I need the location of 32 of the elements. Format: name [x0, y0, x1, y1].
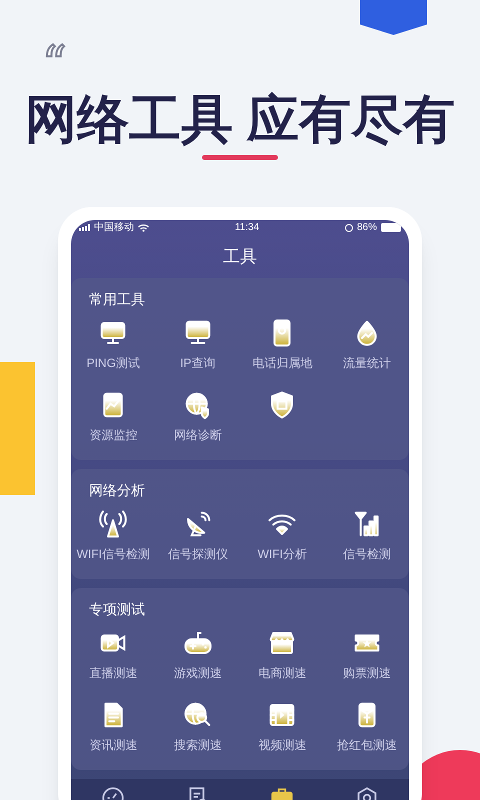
tool-label[interactable]: 搜索测速 — [174, 736, 222, 754]
tool-label[interactable]: 电商测速 — [258, 664, 306, 682]
tool-label[interactable]: 购票测速 — [342, 664, 391, 682]
tool-label[interactable]: 网络诊断 — [174, 426, 222, 444]
hexagon-decoration — [360, 0, 427, 35]
tool-label[interactable]: 资源监控 — [89, 426, 138, 444]
tool-label[interactable]: 电话归属地 — [252, 354, 312, 372]
tool-label[interactable]: WIFI信号检测 — [76, 544, 150, 563]
tool-label[interactable]: IP查询 — [180, 354, 216, 372]
section-title: 常用工具 — [88, 290, 146, 309]
carrier-name: 中国移动 — [94, 220, 134, 236]
section-title: 网络分析 — [88, 480, 146, 500]
status-time: 11:34 — [234, 221, 260, 236]
wifi-icon — [138, 224, 149, 232]
tool-label[interactable]: WIFI分析 — [258, 544, 307, 563]
battery-icon — [381, 223, 401, 232]
signal-icon — [79, 224, 90, 232]
quote-mark: “ — [42, 40, 67, 88]
tool-label[interactable]: 资讯测速 — [89, 736, 138, 754]
antenna-icon[interactable] — [98, 508, 128, 539]
tool-label[interactable]: 信号探测仪 — [168, 544, 228, 563]
section-title: 专项测试 — [88, 600, 146, 619]
tool-label[interactable]: 流量统计 — [342, 354, 391, 372]
tool-label[interactable]: 视频测速 — [258, 736, 306, 754]
tool-label[interactable]: 直播测速 — [89, 664, 138, 682]
tool-label[interactable]: 游戏测速 — [174, 664, 222, 682]
tool-label[interactable]: 信号检测 — [342, 544, 391, 563]
tool-label[interactable]: PING测试 — [86, 354, 140, 372]
tool-label[interactable]: 抢红包测速 — [336, 736, 397, 754]
screen-title: 工具 — [222, 246, 258, 268]
battery-percent: 86% — [356, 221, 377, 236]
headline: 网络工具 应有尽有 — [24, 90, 456, 151]
